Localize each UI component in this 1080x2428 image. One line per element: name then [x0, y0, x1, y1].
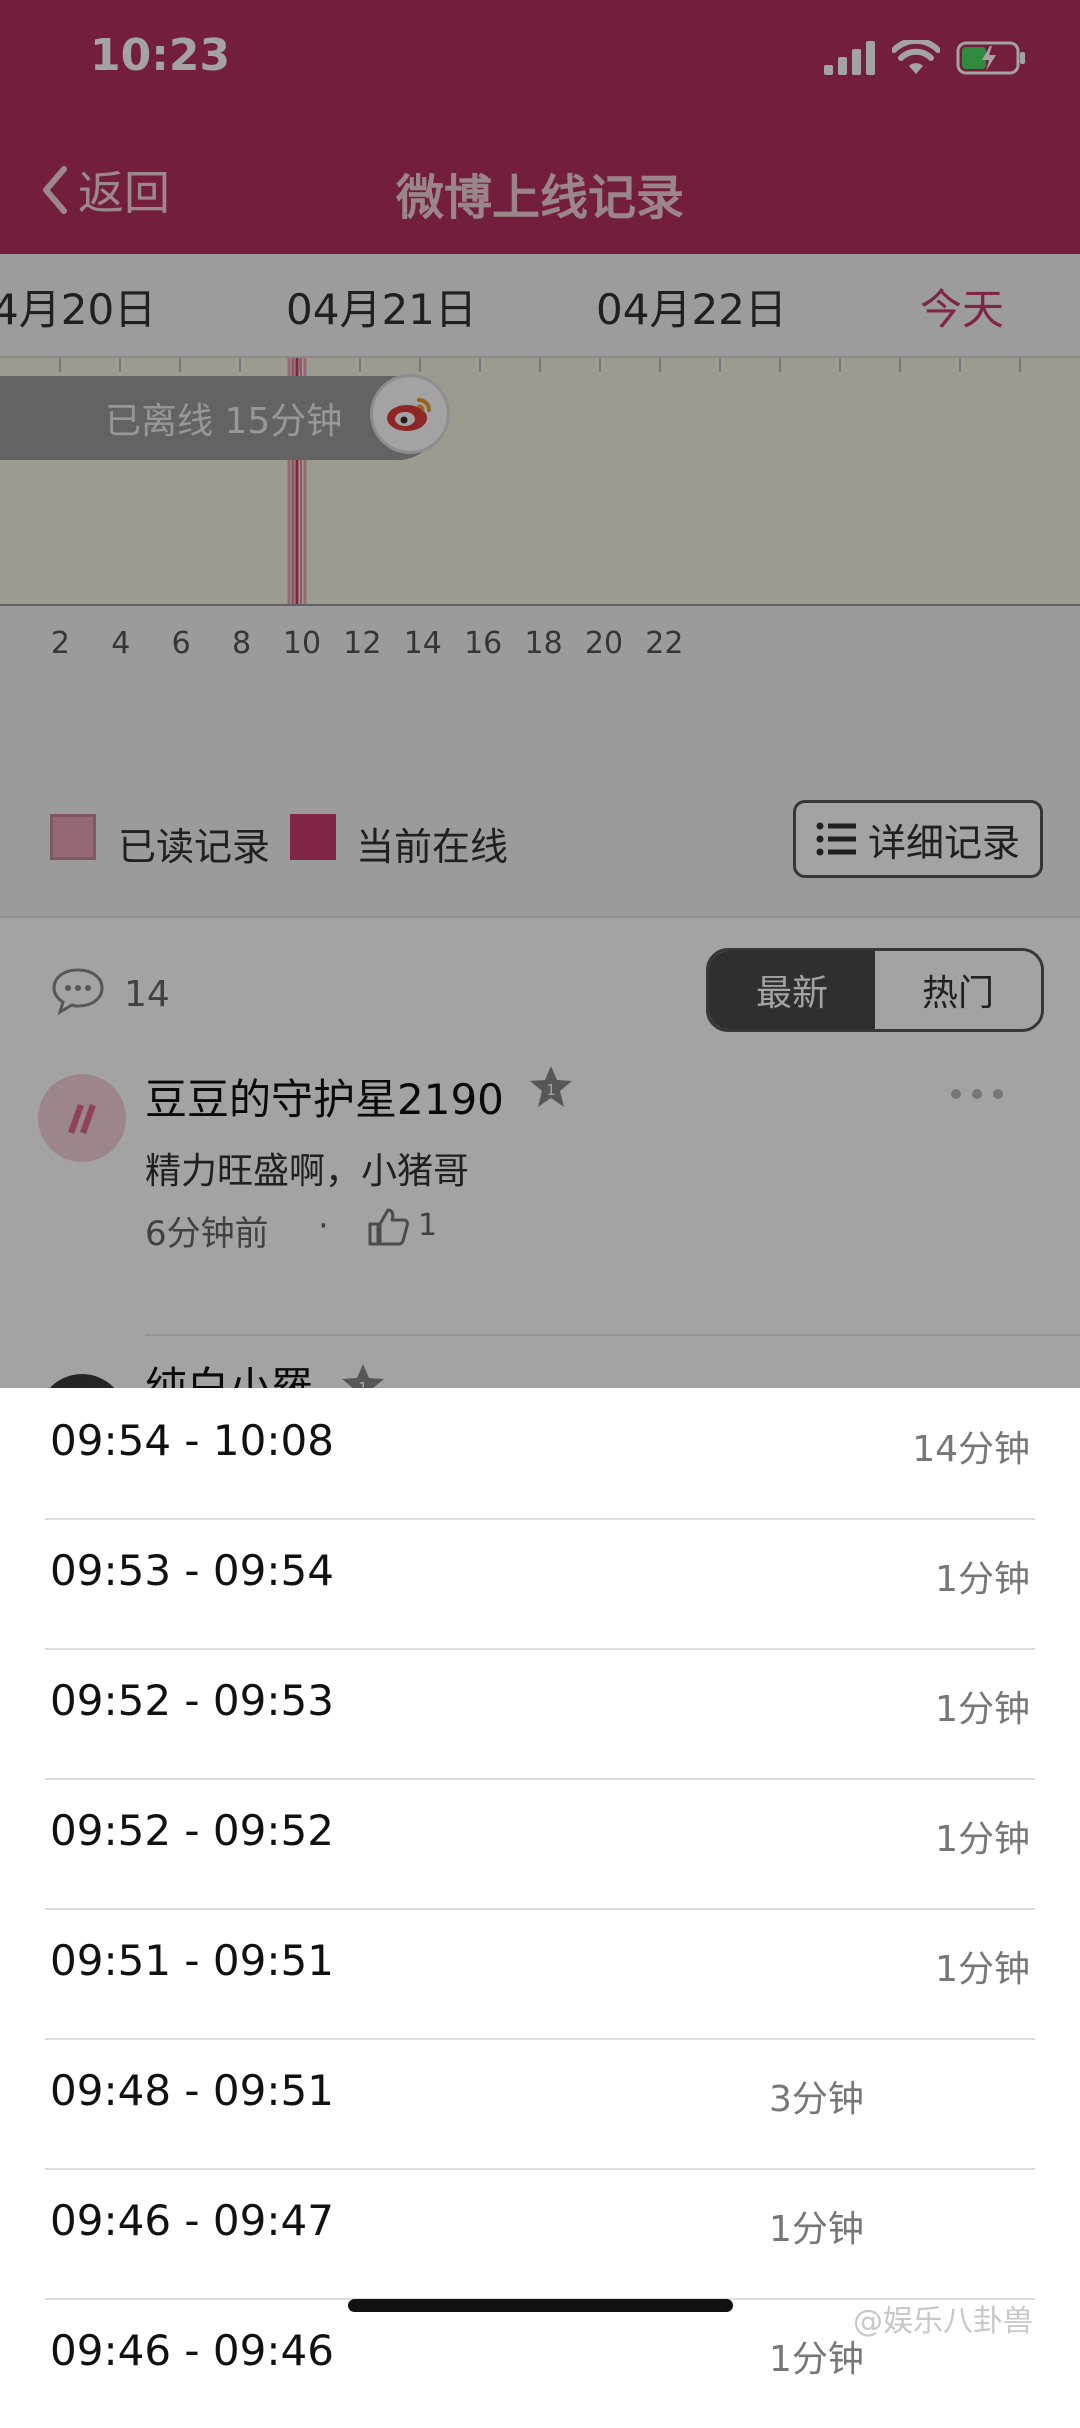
online-records-sheet: 09:54 - 10:08 14分钟 09:53 - 09:54 1分钟 09:…	[0, 1388, 1080, 2380]
record-row: 09:46 - 09:47 1分钟	[45, 2168, 1035, 2300]
record-duration: 3分钟	[769, 2079, 864, 2120]
record-time-range: 09:51 - 09:51	[50, 1936, 334, 1985]
record-time-range: 09:52 - 09:52	[50, 1806, 334, 1855]
home-indicator[interactable]	[348, 2299, 733, 2312]
record-row: 09:54 - 10:08 14分钟	[45, 1388, 1035, 1520]
record-time-range: 09:48 - 09:51	[50, 2066, 334, 2115]
record-duration: 14分钟	[912, 1429, 1030, 1470]
record-duration: 1分钟	[935, 1689, 1030, 1730]
record-time-range: 09:46 - 09:46	[50, 2326, 334, 2375]
record-duration: 1分钟	[935, 1819, 1030, 1860]
modal-backdrop[interactable]	[0, 0, 1080, 1388]
record-row: 09:48 - 09:51 3分钟	[45, 2038, 1035, 2170]
record-row: 09:52 - 09:53 1分钟	[45, 1648, 1035, 1780]
record-time-range: 09:46 - 09:47	[50, 2196, 334, 2245]
record-row: 09:53 - 09:54 1分钟	[45, 1518, 1035, 1650]
record-time-range: 09:52 - 09:53	[50, 1676, 334, 1725]
record-time-range: 09:53 - 09:54	[50, 1546, 334, 1595]
record-duration: 1分钟	[935, 1949, 1030, 1990]
record-duration: 1分钟	[769, 2209, 864, 2250]
record-row: 09:51 - 09:51 1分钟	[45, 1908, 1035, 2040]
record-duration: 1分钟	[769, 2339, 864, 2380]
record-duration: 1分钟	[935, 1559, 1030, 1600]
watermark: @娱乐八卦兽	[853, 2304, 1033, 2339]
record-time-range: 09:54 - 10:08	[50, 1416, 334, 1465]
record-row: 09:52 - 09:52 1分钟	[45, 1778, 1035, 1910]
